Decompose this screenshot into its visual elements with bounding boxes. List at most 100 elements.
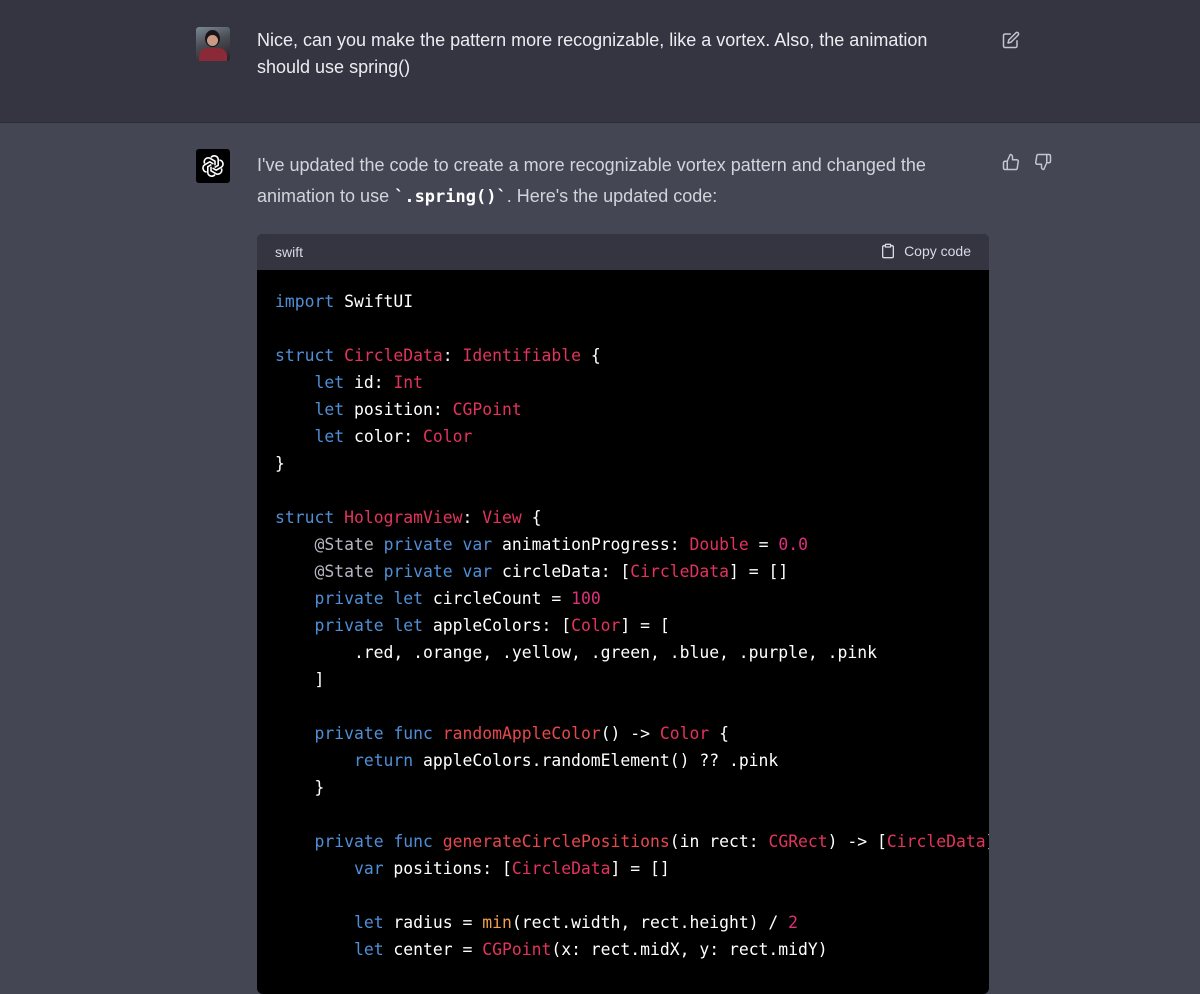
code-line: return appleColors.randomElement() ?? .p… bbox=[275, 747, 971, 774]
code-token: CircleData bbox=[511, 859, 611, 878]
code-token: struct bbox=[275, 508, 335, 527]
code-line: } bbox=[275, 774, 971, 801]
code-line: var positions: [CircleData] = [] bbox=[275, 855, 971, 882]
code-token: = bbox=[748, 535, 779, 554]
code-line: @State private var animationProgress: Do… bbox=[275, 531, 971, 558]
code-token: (in rect: bbox=[669, 832, 769, 851]
inline-code: `.spring()` bbox=[394, 187, 507, 207]
code-token: { bbox=[521, 508, 542, 527]
edit-icon[interactable] bbox=[1002, 31, 1020, 49]
code-token: Int bbox=[393, 373, 424, 392]
code-token: let bbox=[353, 940, 384, 959]
code-token: { bbox=[580, 346, 601, 365]
code-token: : bbox=[442, 346, 463, 365]
code-token: radius = bbox=[383, 913, 483, 932]
code-token: circleCount = bbox=[423, 589, 572, 608]
code-token: animationProgress: bbox=[492, 535, 690, 554]
assistant-text-after: . Here's the updated code: bbox=[506, 186, 718, 206]
code-token: 0.0 bbox=[778, 535, 808, 554]
code-token: let bbox=[314, 373, 345, 392]
code-token: private bbox=[383, 562, 453, 581]
copy-code-button[interactable]: Copy code bbox=[880, 243, 971, 259]
code-token: Identifiable bbox=[462, 346, 581, 365]
openai-logo-icon bbox=[202, 155, 224, 177]
thumbs-down-icon[interactable] bbox=[1034, 153, 1052, 171]
code-token: (rect.width, rect.height) / bbox=[511, 913, 789, 932]
user-message: Nice, can you make the pattern more reco… bbox=[0, 0, 1200, 123]
code-line: } bbox=[275, 450, 971, 477]
code-line: struct CircleData: Identifiable { bbox=[275, 342, 971, 369]
code-line: @State private var circleData: [CircleDa… bbox=[275, 558, 971, 585]
code-line: private func randomAppleColor() -> Color… bbox=[275, 720, 971, 747]
code-token: .red, .orange, .yellow, .green, .blue, .… bbox=[275, 643, 877, 662]
code-line: import SwiftUI bbox=[275, 288, 971, 315]
code-token: private bbox=[314, 589, 384, 608]
code-token: Color bbox=[571, 616, 621, 635]
code-token: 2 bbox=[788, 913, 799, 932]
code-token: private bbox=[383, 535, 453, 554]
code-token: Color bbox=[423, 427, 473, 446]
code-token: ] = [ bbox=[620, 616, 670, 635]
code-token: randomAppleColor bbox=[442, 724, 601, 743]
code-token: ] = [] bbox=[610, 859, 670, 878]
code-block-header: swift Copy code bbox=[257, 234, 989, 270]
code-token: Double bbox=[689, 535, 749, 554]
thumbs-up-icon[interactable] bbox=[1002, 153, 1020, 171]
code-token: private bbox=[314, 832, 384, 851]
user-avatar bbox=[196, 27, 230, 61]
code-token: CGRect bbox=[768, 832, 828, 851]
code-token: let bbox=[314, 400, 345, 419]
user-message-text: Nice, can you make the pattern more reco… bbox=[257, 30, 928, 77]
code-block: swift Copy code import SwiftUI struct Cir… bbox=[257, 234, 989, 994]
code-token: 100 bbox=[571, 589, 601, 608]
code-language-label: swift bbox=[275, 244, 303, 260]
code-token: func bbox=[393, 832, 433, 851]
code-token: SwiftUI bbox=[334, 292, 414, 311]
code-token: generateCirclePositions bbox=[442, 832, 670, 851]
code-token: CircleData bbox=[344, 346, 443, 365]
code-token: ) -> [ bbox=[827, 832, 887, 851]
code-token: center = bbox=[383, 940, 483, 959]
code-token: var bbox=[462, 535, 493, 554]
code-token: positions: [ bbox=[383, 859, 512, 878]
code-token: HologramView bbox=[344, 508, 463, 527]
code-token: : bbox=[462, 508, 483, 527]
code-token: CGPoint bbox=[482, 940, 552, 959]
assistant-avatar bbox=[196, 149, 230, 183]
code-token: ] = [] bbox=[728, 562, 789, 581]
code-content: import SwiftUI struct CircleData: Identif… bbox=[257, 270, 989, 963]
code-line: private let circleCount = 100 bbox=[275, 585, 971, 612]
code-line: let radius = min(rect.width, rect.height… bbox=[275, 909, 971, 936]
code-token: struct bbox=[275, 346, 335, 365]
copy-code-label: Copy code bbox=[904, 243, 971, 259]
code-token: appleColors: [ bbox=[423, 616, 572, 635]
code-token: private bbox=[314, 616, 384, 635]
code-token: @State bbox=[314, 562, 374, 581]
code-line: let center = CGPoint(x: rect.midX, y: re… bbox=[275, 936, 971, 963]
code-token: } bbox=[275, 778, 325, 797]
code-token: var bbox=[353, 859, 384, 878]
code-token: ] { bbox=[986, 832, 989, 851]
